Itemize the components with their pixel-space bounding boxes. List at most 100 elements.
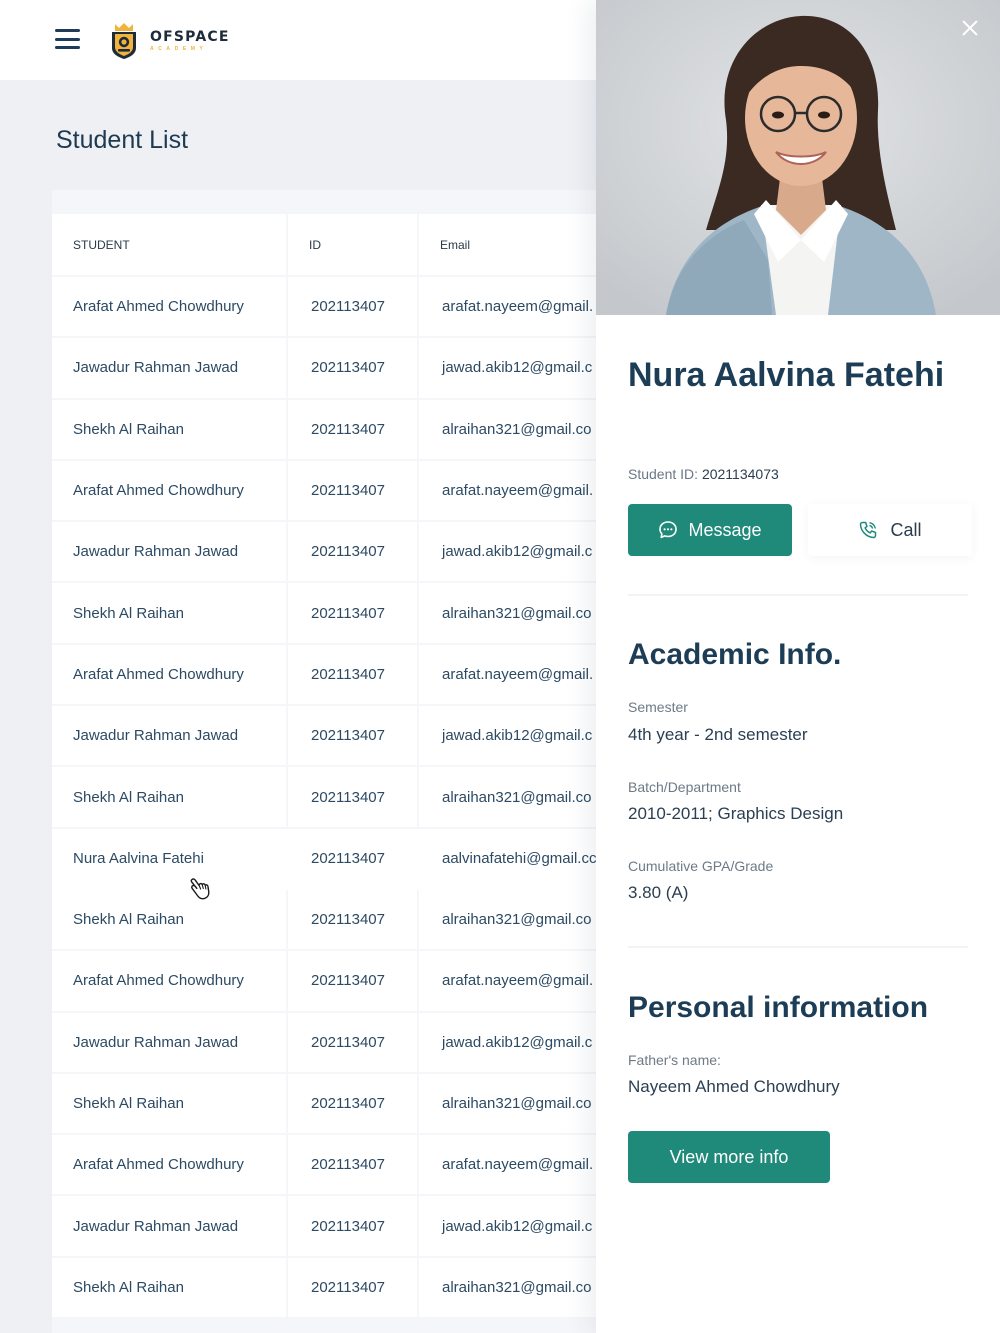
student-portrait-image [596, 0, 1000, 315]
student-id-cell: 202113407 [286, 1256, 418, 1320]
student-name-cell: Arafat Ahmed Chowdhury [52, 459, 287, 523]
table-row[interactable]: Jawadur Rahman Jawad 202113407 jawad.akib1… [52, 705, 596, 768]
table-row[interactable]: Arafat Ahmed Chowdhury 202113407 arafat.na… [52, 276, 596, 339]
semester-value: 4th year - 2nd semester [628, 725, 808, 744]
column-header-email[interactable]: Email [417, 214, 596, 277]
student-name-cell: Shekh Al Raihan [52, 766, 287, 829]
student-name-cell: Shekh Al Raihan [52, 582, 287, 645]
student-id-cell: 202113407 [286, 521, 418, 584]
table-row[interactable]: Jawadur Rahman Jawad 202113407 jawad.akib1… [52, 1011, 596, 1074]
student-name-cell: Jawadur Rahman Jawad [52, 1011, 287, 1074]
student-email-cell: jawad.akib12@gmail.c [417, 1011, 596, 1074]
student-id-cell: 202113407 [286, 337, 418, 400]
student-name-cell: Shekh Al Raihan [52, 888, 287, 952]
student-id-cell: 202113407 [286, 1134, 418, 1197]
student-id-cell: 202113407 [286, 1072, 418, 1136]
student-email-cell: alraihan321@gmail.co [417, 398, 596, 461]
student-email-cell: alraihan321@gmail.co [417, 888, 596, 952]
view-more-info-label: View more info [669, 1146, 789, 1167]
column-header-student[interactable]: STUDENT [52, 214, 287, 277]
student-id-label: Student ID: [628, 466, 699, 482]
student-id-cell: 202113407 [286, 276, 418, 339]
student-id-value: 2021134073 [701, 466, 779, 482]
gpa-label: Cumulative GPA/Grade [628, 858, 774, 874]
student-name-cell: Shekh Al Raihan [52, 398, 287, 461]
student-id-cell: 202113407 [286, 705, 418, 768]
student-id-cell: 202113407 [286, 398, 418, 461]
student-id-cell: 202113407 [286, 888, 418, 952]
student-id-cell: 202113407 [286, 950, 418, 1013]
personal-info-title: Personal information [628, 991, 929, 1024]
student-name-cell: Arafat Ahmed Chowdhury [52, 1134, 287, 1197]
student-name-cell: Arafat Ahmed Chowdhury [52, 643, 287, 707]
call-button-label: Call [890, 519, 922, 540]
table-row[interactable]: Jawadur Rahman Jawad 202113407 jawad.akib1… [52, 337, 596, 400]
brand-logo[interactable]: OFSPACE ACADEMY [110, 20, 230, 60]
student-email-cell: alraihan321@gmail.co [417, 1256, 596, 1320]
table-row[interactable]: Shekh Al Raihan 202113407 alraihan321@gmai… [52, 1256, 596, 1320]
divider [628, 594, 968, 596]
close-panel-icon[interactable] [958, 16, 982, 40]
student-email-cell: alraihan321@gmail.co [417, 582, 596, 645]
phone-icon [860, 521, 877, 539]
table-row[interactable]: Arafat Ahmed Chowdhury 202113407 arafat.na… [52, 950, 596, 1013]
student-table-body: Arafat Ahmed Chowdhury 202113407 arafat.na… [52, 276, 596, 1320]
student-id-cell: 202113407 [286, 459, 418, 523]
column-header-id[interactable]: ID [286, 214, 418, 277]
student-detail-panel: Nura Aalvina Fatehi Student ID: 20211340… [596, 0, 1000, 1333]
table-row[interactable]: Arafat Ahmed Chowdhury 202113407 arafat.na… [52, 1134, 596, 1197]
student-table-container: STUDENT ID Email Arafat Ahmed Chowdhury 2… [52, 190, 596, 1333]
student-name-cell: Nura Aalvina Fatehi [52, 827, 287, 890]
table-row[interactable]: Shekh Al Raihan 202113407 alraihan321@gmai… [52, 398, 596, 461]
student-email-cell: arafat.nayeem@gmail. [417, 643, 596, 707]
table-header-row: STUDENT ID Email [52, 214, 596, 277]
hamburger-menu-icon[interactable] [55, 29, 80, 49]
message-button[interactable]: Message [628, 504, 792, 556]
table-row[interactable]: Arafat Ahmed Chowdhury 202113407 arafat.na… [52, 643, 596, 707]
table-row[interactable]: Jawadur Rahman Jawad 202113407 jawad.akib1… [52, 521, 596, 584]
logo-name: OFSPACE [150, 28, 230, 45]
student-email-cell: aalvinafatehi@gmail.cc [417, 827, 596, 890]
father-name-value: Nayeem Ahmed Chowdhury [628, 1077, 840, 1096]
table-row[interactable]: Nura Aalvina Fatehi 202113407 aalvinafateh… [52, 827, 596, 890]
student-email-cell: jawad.akib12@gmail.c [417, 337, 596, 400]
table-row[interactable]: Shekh Al Raihan 202113407 alraihan321@gmai… [52, 582, 596, 645]
student-photo [596, 0, 1000, 315]
student-name-cell: Jawadur Rahman Jawad [52, 705, 287, 768]
student-name-cell: Jawadur Rahman Jawad [52, 521, 287, 584]
father-name-label: Father's name: [628, 1052, 721, 1068]
academic-info-title: Academic Info. [628, 638, 842, 671]
student-name-cell: Arafat Ahmed Chowdhury [52, 950, 287, 1013]
student-table: STUDENT ID Email Arafat Ahmed Chowdhury 2… [52, 214, 596, 1320]
student-email-cell: jawad.akib12@gmail.c [417, 1195, 596, 1258]
student-name: Nura Aalvina Fatehi [628, 356, 945, 394]
student-id-cell: 202113407 [286, 582, 418, 645]
student-name-cell: Jawadur Rahman Jawad [52, 337, 287, 400]
semester-label: Semester [628, 699, 688, 715]
student-email-cell: jawad.akib12@gmail.c [417, 705, 596, 768]
student-email-cell: arafat.nayeem@gmail. [417, 950, 596, 1013]
student-name-cell: Jawadur Rahman Jawad [52, 1195, 287, 1258]
student-id-cell: 202113407 [286, 1195, 418, 1258]
message-button-label: Message [688, 519, 762, 540]
table-row[interactable]: Shekh Al Raihan 202113407 alraihan321@gmai… [52, 766, 596, 829]
logo-subtitle: ACADEMY [150, 45, 208, 52]
call-button[interactable]: Call [808, 504, 972, 556]
batch-department-value: 2010-2011; Graphics Design [628, 804, 844, 823]
table-row[interactable]: Jawadur Rahman Jawad 202113407 jawad.akib1… [52, 1195, 596, 1258]
student-id-cell: 202113407 [286, 766, 418, 829]
student-name-cell: Arafat Ahmed Chowdhury [52, 276, 287, 339]
table-row[interactable]: Shekh Al Raihan 202113407 alraihan321@gmai… [52, 888, 596, 952]
table-row[interactable]: Shekh Al Raihan 202113407 alraihan321@gmai… [52, 1072, 596, 1136]
student-name-cell: Shekh Al Raihan [52, 1256, 287, 1320]
student-email-cell: arafat.nayeem@gmail. [417, 459, 596, 523]
student-name-cell: Shekh Al Raihan [52, 1072, 287, 1136]
hand-pointer-cursor-icon [190, 878, 210, 900]
divider [628, 946, 968, 948]
page-title: Student List [56, 126, 189, 154]
view-more-info-button[interactable]: View more info [628, 1131, 830, 1183]
table-row[interactable]: Arafat Ahmed Chowdhury 202113407 arafat.na… [52, 459, 596, 523]
batch-department-label: Batch/Department [628, 779, 741, 795]
student-email-cell: jawad.akib12@gmail.c [417, 521, 596, 584]
student-id-cell: 202113407 [286, 1011, 418, 1074]
